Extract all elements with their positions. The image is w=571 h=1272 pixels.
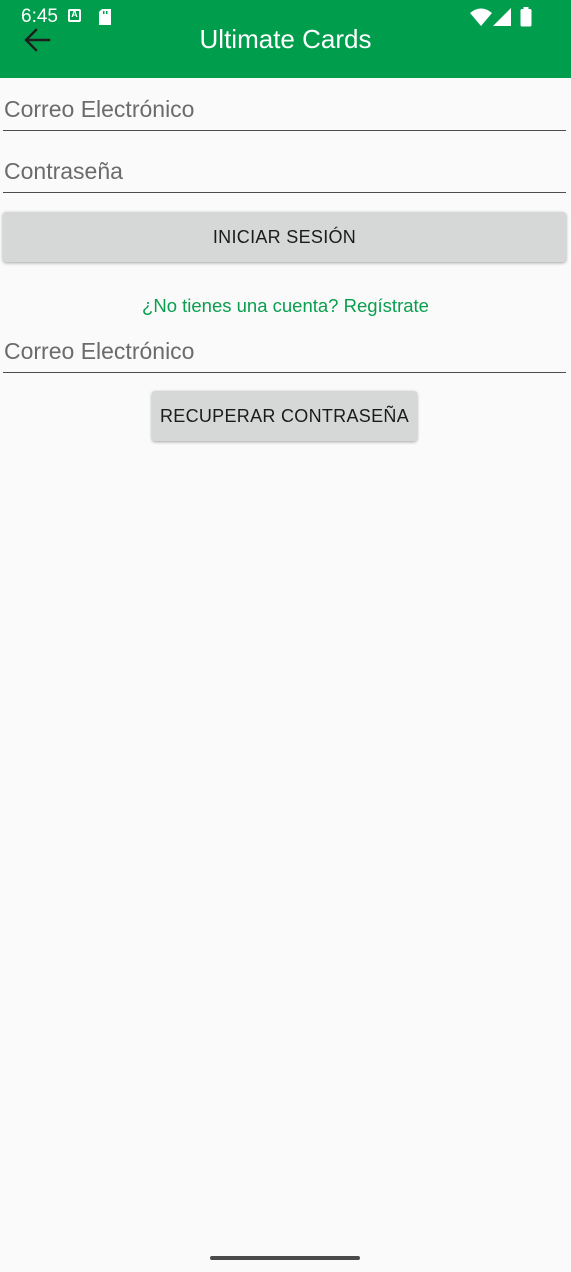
notification-a-icon: A — [68, 9, 81, 22]
recovery-email-input[interactable] — [4, 332, 564, 370]
register-link[interactable]: ¿No tienes una cuenta? Regístrate — [0, 295, 571, 317]
recover-password-button[interactable]: RECUPERAR CONTRASEÑA — [152, 391, 417, 441]
login-password-input[interactable] — [4, 152, 564, 190]
gesture-nav-bar[interactable] — [210, 1256, 360, 1260]
login-button[interactable]: INICIAR SESIÓN — [3, 212, 566, 262]
app-bar: 6:45 A Ultimate Cards — [0, 0, 571, 78]
login-password-field[interactable] — [3, 152, 566, 193]
app-title: Ultimate Cards — [199, 24, 372, 54]
login-email-input[interactable] — [4, 90, 564, 128]
recovery-email-field[interactable] — [3, 332, 566, 373]
sd-card-icon — [99, 9, 111, 25]
login-email-field[interactable] — [3, 90, 566, 131]
